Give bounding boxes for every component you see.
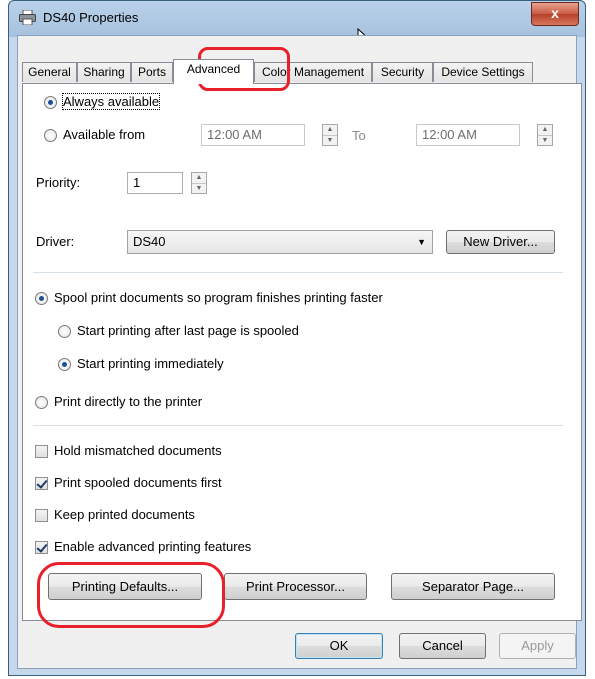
- spool-radio[interactable]: [35, 292, 48, 305]
- advanced-tab-panel: Always available Available from 12:00 AM…: [22, 83, 582, 621]
- start-immediately-radio[interactable]: [58, 358, 71, 371]
- from-time-spinner[interactable]: ▲ ▼: [322, 124, 338, 146]
- spin-down-icon[interactable]: ▼: [323, 136, 337, 146]
- tab-color-management[interactable]: Color Management: [254, 62, 372, 82]
- cancel-button[interactable]: Cancel: [399, 633, 486, 659]
- available-from-label[interactable]: Available from: [63, 127, 145, 142]
- window-title: DS40 Properties: [43, 10, 139, 25]
- enable-advanced-features-label[interactable]: Enable advanced printing features: [54, 539, 251, 554]
- spin-down-icon[interactable]: ▼: [538, 136, 552, 146]
- available-to-time-field[interactable]: 12:00 AM: [416, 124, 520, 146]
- priority-field[interactable]: 1: [127, 172, 183, 194]
- start-after-last-page-label[interactable]: Start printing after last page is spoole…: [77, 323, 299, 338]
- available-from-time-field[interactable]: 12:00 AM: [201, 124, 305, 146]
- dialog-body: General Sharing Ports Advanced Color Man…: [17, 35, 582, 669]
- always-available-radio[interactable]: [44, 96, 57, 109]
- to-label: To: [352, 128, 366, 143]
- tab-security[interactable]: Security: [372, 62, 433, 82]
- close-button[interactable]: x: [531, 2, 579, 26]
- divider: [33, 425, 563, 426]
- tab-sharing[interactable]: Sharing: [77, 62, 131, 82]
- divider: [33, 272, 563, 273]
- enable-advanced-features-checkbox[interactable]: [35, 541, 48, 554]
- spin-down-icon[interactable]: ▼: [192, 184, 206, 194]
- title-bar[interactable]: DS40 Properties x: [9, 1, 585, 35]
- print-directly-radio[interactable]: [35, 396, 48, 409]
- spin-up-icon[interactable]: ▲: [323, 125, 337, 136]
- driver-select[interactable]: DS40 ▼: [127, 230, 433, 254]
- tab-general[interactable]: General: [22, 62, 77, 82]
- print-spooled-first-checkbox[interactable]: [35, 477, 48, 490]
- apply-button[interactable]: Apply: [499, 633, 576, 659]
- ok-button[interactable]: OK: [295, 633, 383, 659]
- print-directly-label[interactable]: Print directly to the printer: [54, 394, 202, 409]
- available-from-radio[interactable]: [44, 129, 57, 142]
- tab-ports[interactable]: Ports: [131, 62, 173, 82]
- driver-select-value: DS40: [133, 234, 166, 249]
- start-after-last-page-radio[interactable]: [58, 325, 71, 338]
- driver-label: Driver:: [36, 234, 75, 249]
- tab-device-settings[interactable]: Device Settings: [433, 62, 533, 82]
- hold-mismatched-label[interactable]: Hold mismatched documents: [54, 443, 222, 458]
- keep-printed-checkbox[interactable]: [35, 509, 48, 522]
- always-available-label[interactable]: Always available: [61, 93, 161, 110]
- start-immediately-label[interactable]: Start printing immediately: [77, 356, 224, 371]
- properties-window: DS40 Properties x General Sharing Ports …: [8, 0, 586, 676]
- spin-up-icon[interactable]: ▲: [538, 125, 552, 136]
- chevron-down-icon: ▼: [417, 237, 426, 247]
- hold-mismatched-checkbox[interactable]: [35, 445, 48, 458]
- new-driver-button[interactable]: New Driver...: [446, 230, 555, 254]
- printer-icon: [19, 10, 36, 25]
- tab-advanced[interactable]: Advanced: [173, 59, 254, 84]
- printing-defaults-button[interactable]: Printing Defaults...: [48, 573, 202, 600]
- keep-printed-label[interactable]: Keep printed documents: [54, 507, 195, 522]
- priority-spinner[interactable]: ▲ ▼: [191, 172, 207, 194]
- to-time-spinner[interactable]: ▲ ▼: [537, 124, 553, 146]
- print-processor-button[interactable]: Print Processor...: [224, 573, 367, 600]
- spool-label[interactable]: Spool print documents so program finishe…: [54, 290, 383, 305]
- separator-page-button[interactable]: Separator Page...: [391, 573, 555, 600]
- print-spooled-first-label[interactable]: Print spooled documents first: [54, 475, 222, 490]
- priority-label: Priority:: [36, 175, 81, 190]
- spin-up-icon[interactable]: ▲: [192, 173, 206, 184]
